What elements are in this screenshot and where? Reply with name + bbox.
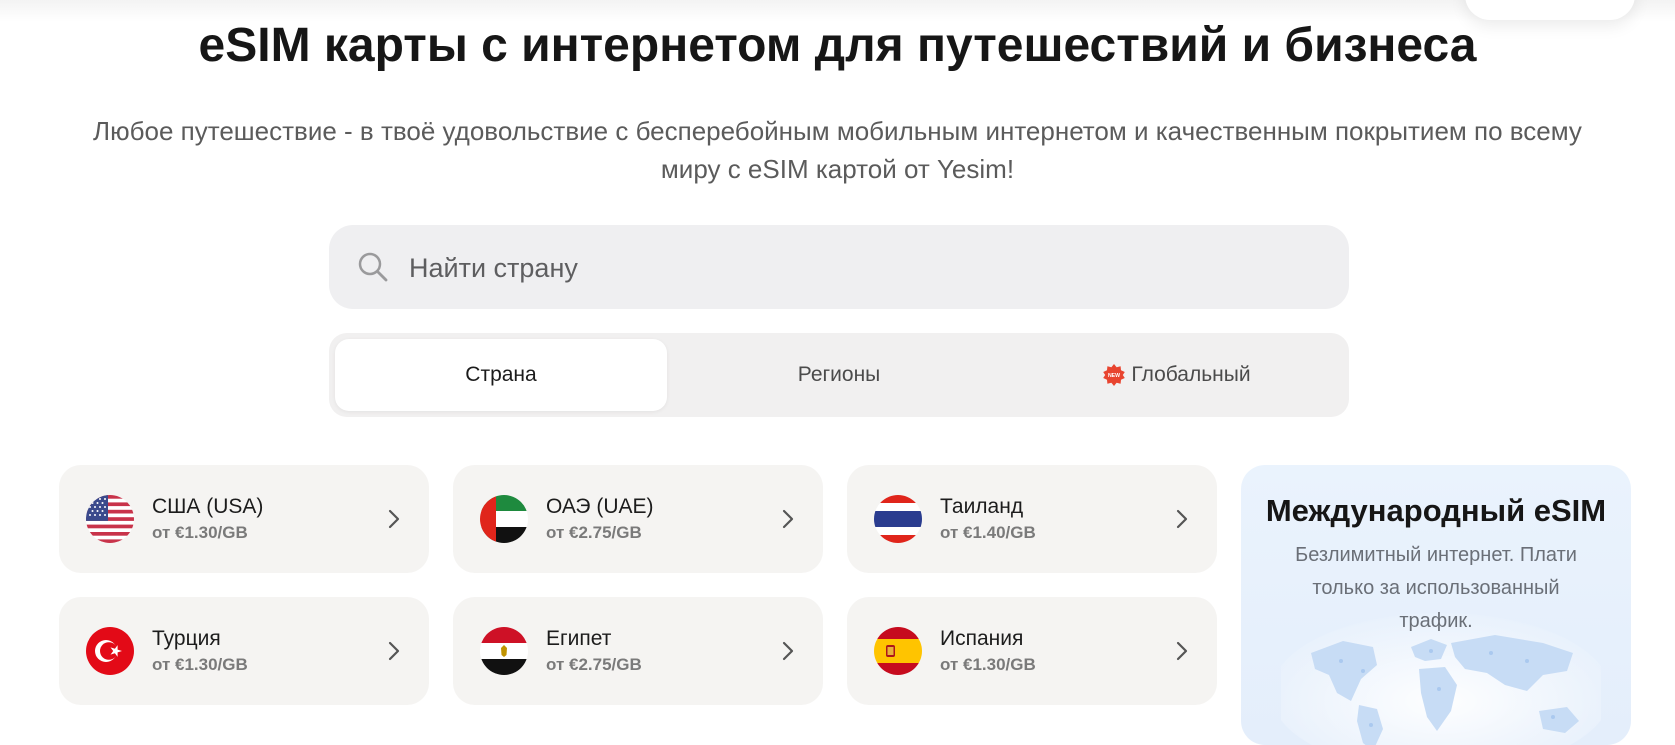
international-esim-title: Международный eSIM: [1265, 493, 1607, 528]
search-icon: [357, 251, 389, 283]
egypt-flag-icon: [480, 627, 528, 675]
country-price: от €1.30/GB: [152, 523, 248, 542]
chevron-right-icon: [1175, 639, 1189, 663]
chevron-right-icon: [781, 639, 795, 663]
country-name: Турция: [152, 627, 221, 650]
country-name: Испания: [940, 627, 1024, 650]
country-price: от €1.30/GB: [940, 655, 1036, 674]
international-esim-description: Безлимитный интернет. Плати только за ис…: [1295, 544, 1577, 632]
country-name: ОАЭ (UAE): [546, 495, 654, 518]
country-price: от €1.30/GB: [152, 655, 248, 674]
country-name: Египет: [546, 627, 612, 650]
svg-text:NEW: NEW: [1108, 373, 1120, 379]
tab-regions-label: Регионы: [797, 363, 881, 386]
country-card-turkey[interactable]: Турция от €1.30/GB: [59, 597, 429, 705]
chevron-right-icon: [387, 639, 401, 663]
tab-country-label: Страна: [465, 363, 537, 386]
country-card-usa[interactable]: США (USA) от €1.30/GB: [59, 465, 429, 573]
thailand-flag-icon: [874, 495, 922, 543]
tab-global[interactable]: NEW Глобальный: [1011, 339, 1343, 411]
country-card-spain[interactable]: Испания от €1.30/GB: [847, 597, 1217, 705]
country-price: от €2.75/GB: [546, 523, 642, 542]
search-box[interactable]: [329, 225, 1349, 309]
new-badge-icon: NEW: [1103, 364, 1126, 386]
uae-flag-icon: [480, 495, 528, 543]
us-flag-icon: [86, 495, 134, 543]
country-price: от €2.75/GB: [546, 655, 642, 674]
turkey-flag-icon: [86, 627, 134, 675]
country-name: Таиланд: [940, 495, 1024, 518]
tab-global-label: Глобальный: [1131, 363, 1251, 386]
page-subtitle: Любое путешествие - в твоё удовольствие …: [93, 116, 1582, 184]
page-title: eSIM карты с интернетом для путешествий …: [198, 19, 1477, 72]
country-card-egypt[interactable]: Египет от €2.75/GB: [453, 597, 823, 705]
international-esim-card[interactable]: Международный eSIM Безлимитный интернет.…: [1241, 465, 1631, 745]
chevron-right-icon: [781, 507, 795, 531]
country-name: США (USA): [152, 495, 264, 518]
spain-flag-icon: [874, 627, 922, 675]
search-input[interactable]: [407, 243, 1311, 293]
country-price: от €1.40/GB: [940, 523, 1036, 542]
tabs: Страна Регионы NEW Глобальный: [329, 333, 1349, 417]
header-pill-edge: [1465, 0, 1635, 20]
tab-country[interactable]: Страна: [335, 339, 667, 411]
country-card-uae[interactable]: ОАЭ (UAE) от €2.75/GB: [453, 465, 823, 573]
chevron-right-icon: [387, 507, 401, 531]
chevron-right-icon: [1175, 507, 1189, 531]
tab-regions[interactable]: Регионы: [673, 339, 1005, 411]
country-card-thailand[interactable]: Таиланд от €1.40/GB: [847, 465, 1217, 573]
